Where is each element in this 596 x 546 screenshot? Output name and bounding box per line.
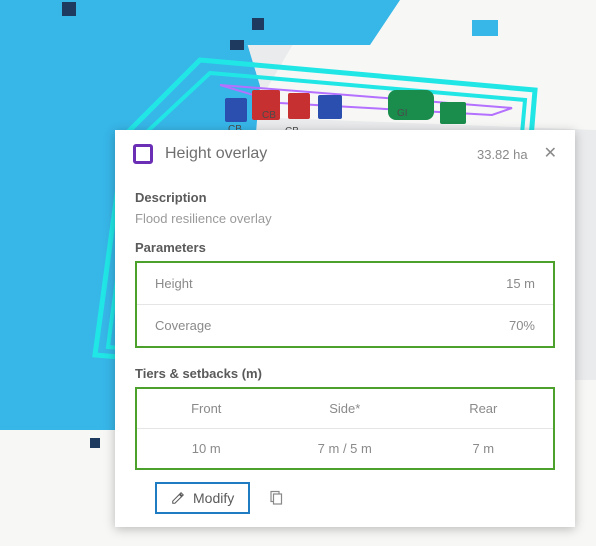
param-name: Height: [155, 276, 193, 291]
map-water: [200, 0, 400, 45]
popup-footer: Modify: [135, 482, 555, 514]
tiers-value-row: 10 m 7 m / 5 m 7 m: [137, 429, 553, 468]
description-text: Flood resilience overlay: [135, 211, 555, 226]
map-bldg: [288, 93, 310, 119]
popup-body: Description Flood resilience overlay Par…: [115, 178, 575, 528]
map-stage: CB CB CB GI Height overlay 33.82 ha ✕ De…: [0, 0, 596, 546]
map-bldg: [388, 90, 434, 120]
param-row: Height 15 m: [137, 263, 553, 304]
param-value: 70%: [509, 318, 535, 333]
popup-title: Height overlay: [165, 145, 477, 163]
copy-icon: [268, 490, 284, 506]
param-name: Coverage: [155, 318, 211, 333]
tiers-val-side: 7 m / 5 m: [276, 429, 415, 468]
close-icon[interactable]: ✕: [544, 146, 557, 162]
map-bldg: [225, 98, 247, 122]
overlay-symbol: [133, 144, 153, 164]
duplicate-button[interactable]: [260, 482, 292, 514]
map-bldg: [318, 95, 342, 119]
popup-area-value: 33.82 ha: [477, 147, 528, 162]
map-zone-label: CB: [262, 110, 276, 121]
tiers-header-row: Front Side* Rear: [137, 389, 553, 428]
tiers-val-rear: 7 m: [414, 429, 553, 468]
map-water: [472, 20, 498, 36]
modify-button[interactable]: Modify: [155, 482, 250, 514]
pencil-icon: [171, 491, 185, 505]
map-parcel: [230, 40, 244, 50]
param-row: Coverage 70%: [137, 305, 553, 346]
popup-header: Height overlay 33.82 ha ✕: [115, 130, 575, 178]
map-parcel: [90, 438, 100, 448]
description-label: Description: [135, 190, 555, 205]
tiers-val-front: 10 m: [137, 429, 276, 468]
map-parcel: [62, 2, 76, 16]
parameters-box: Height 15 m Coverage 70%: [135, 261, 555, 348]
param-value: 15 m: [506, 276, 535, 291]
tiers-box: Front Side* Rear 10 m 7 m / 5 m 7 m: [135, 387, 555, 470]
tiers-col-rear: Rear: [414, 389, 553, 428]
parameters-label: Parameters: [135, 240, 555, 255]
tiers-col-side: Side*: [276, 389, 415, 428]
tiers-label: Tiers & setbacks (m): [135, 366, 555, 381]
tiers-col-front: Front: [137, 389, 276, 428]
overlay-popup: Height overlay 33.82 ha ✕ Description Fl…: [115, 130, 575, 527]
map-bldg: [440, 102, 466, 124]
map-parcel: [252, 18, 264, 30]
modify-label: Modify: [193, 490, 234, 506]
map-zone-label: GI: [397, 108, 408, 119]
